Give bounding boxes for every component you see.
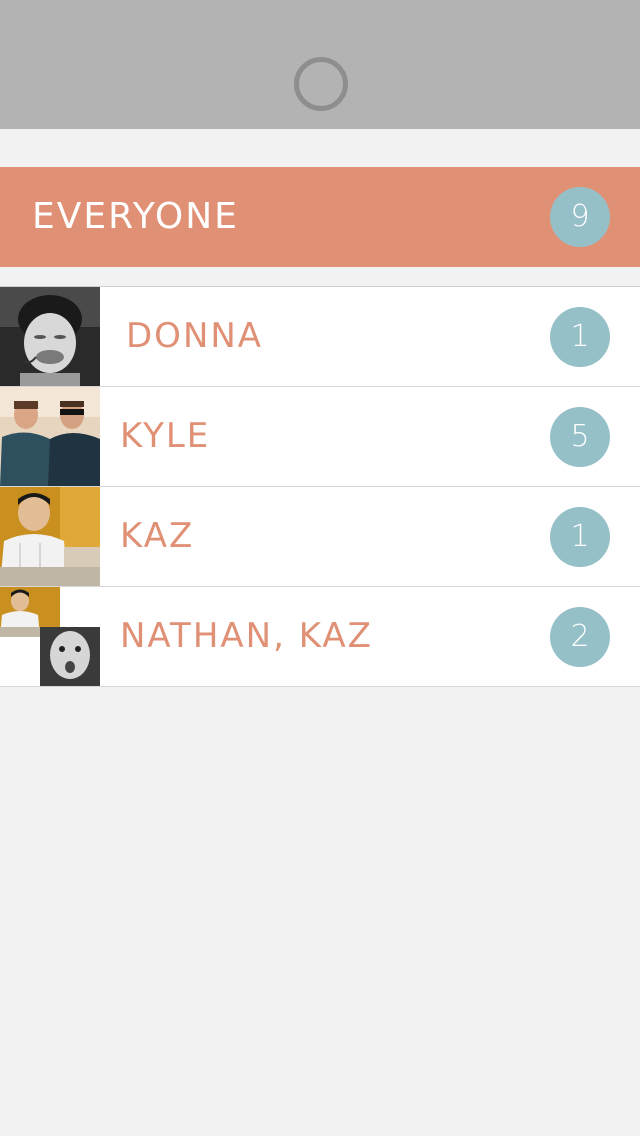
- pull-to-refresh-icon: [294, 57, 348, 111]
- avatar-donna: [0, 287, 100, 386]
- friend-name-nathan-kaz: NATHAN, KAZ: [120, 616, 373, 656]
- friend-count-badge-nathan-kaz: 2: [550, 607, 610, 667]
- friend-row-kaz[interactable]: KAZ 1: [0, 487, 640, 587]
- top-bar: [0, 0, 640, 129]
- everyone-row[interactable]: EVERYONE 9: [0, 167, 640, 267]
- friend-count-badge-donna: 1: [550, 307, 610, 367]
- friend-row-nathan-kaz[interactable]: NATHAN, KAZ 2: [0, 587, 640, 687]
- friend-count-badge-kaz: 1: [550, 507, 610, 567]
- avatar-group-nathan-kaz: [0, 587, 100, 686]
- friend-count-badge-kyle: 5: [550, 407, 610, 467]
- avatar-kyle: [0, 387, 100, 486]
- friend-name-kyle: KYLE: [120, 416, 211, 456]
- friend-name-kaz: KAZ: [120, 516, 195, 556]
- friend-row-donna[interactable]: DONNA 1: [0, 287, 640, 387]
- friends-list: DONNA 1 KYLE 5 KAZ 1 NATHAN, KAZ 2: [0, 286, 640, 687]
- everyone-label: EVERYONE: [32, 196, 239, 237]
- avatar-kaz: [0, 487, 100, 586]
- friend-row-kyle[interactable]: KYLE 5: [0, 387, 640, 487]
- everyone-count-badge: 9: [550, 187, 610, 247]
- friend-name-donna: DONNA: [126, 316, 264, 356]
